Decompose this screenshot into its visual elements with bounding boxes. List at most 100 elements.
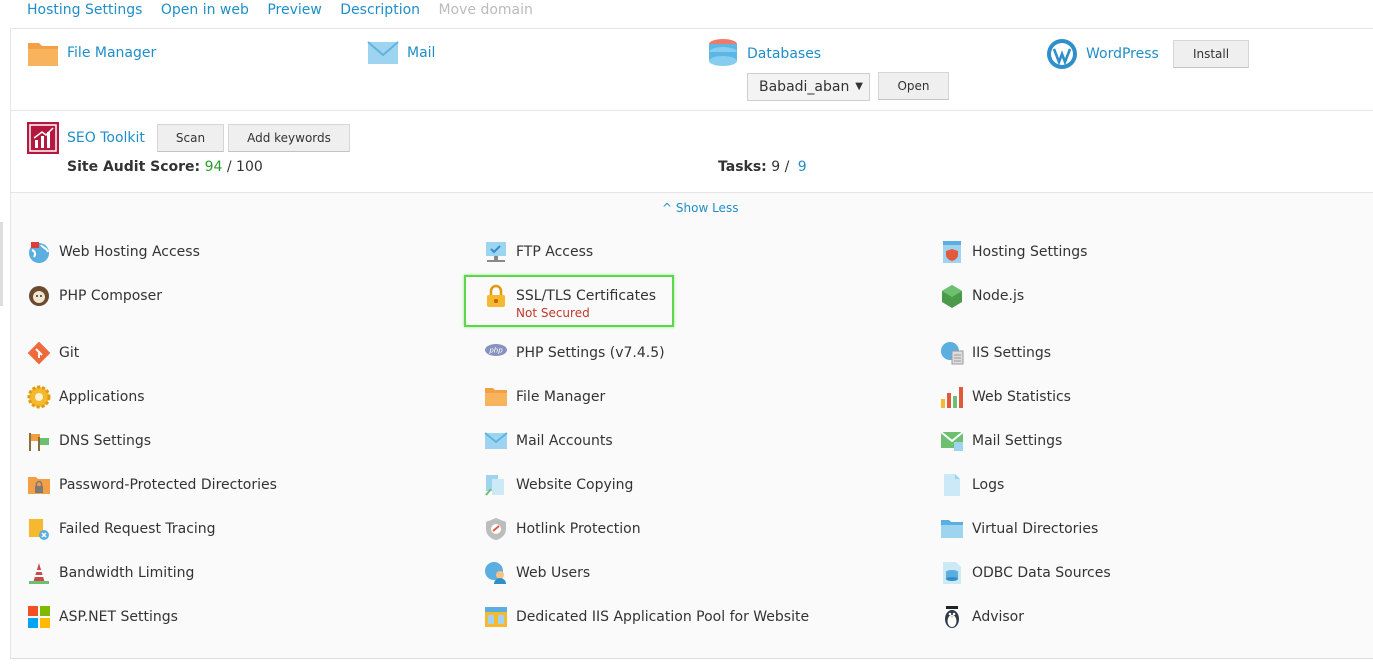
- tasks-label: Tasks:: [718, 159, 767, 175]
- link-hosting-settings[interactable]: Hosting Settings: [27, 2, 142, 18]
- item-failed-request-tracing[interactable]: Failed Request Tracing: [27, 517, 216, 541]
- item-dedicated-iis-pool[interactable]: Dedicated IIS Application Pool for Websi…: [484, 605, 809, 629]
- item-label: Applications: [59, 389, 145, 405]
- mail-settings-icon: [940, 431, 964, 451]
- hosting-settings-icon: [943, 241, 961, 263]
- item-label: Hosting Settings: [972, 244, 1088, 260]
- item-label: FTP Access: [516, 244, 594, 260]
- scroll-indicator: [0, 222, 3, 306]
- item-label: ODBC Data Sources: [972, 565, 1111, 581]
- ftp-monitor-icon: [486, 242, 506, 262]
- odbc-database-icon: [943, 562, 961, 584]
- item-label: Git: [59, 345, 80, 361]
- tool-file-manager-label[interactable]: File Manager: [67, 45, 156, 61]
- item-web-users[interactable]: Web Users: [484, 561, 590, 585]
- item-applications[interactable]: Applications: [27, 385, 145, 409]
- item-logs[interactable]: Logs: [940, 473, 1004, 497]
- web-user-icon: [485, 562, 506, 584]
- tool-databases-label[interactable]: Databases: [747, 46, 821, 62]
- ssl-status-warning: Not Secured: [516, 306, 590, 320]
- item-nodejs[interactable]: Node.js: [940, 284, 1024, 308]
- item-ftp-access[interactable]: FTP Access: [484, 240, 593, 264]
- chevron-up-icon: ^: [662, 201, 673, 215]
- item-aspnet-settings[interactable]: ASP.NET Settings: [27, 605, 178, 629]
- locked-folder-icon: [28, 477, 50, 494]
- bar-chart-icon: [941, 387, 963, 408]
- item-label: DNS Settings: [59, 433, 152, 449]
- item-label: IIS Settings: [972, 345, 1052, 361]
- item-label: PHP Settings (v7.4.5): [516, 345, 665, 361]
- database-select-value: Babadi_aban: [759, 79, 850, 95]
- tasks-total-link[interactable]: 9: [798, 159, 807, 175]
- install-wordpress-button[interactable]: Install: [1173, 40, 1249, 68]
- copy-pages-icon: [485, 475, 504, 496]
- dns-flags-icon: [29, 433, 49, 451]
- link-description[interactable]: Description: [340, 2, 420, 18]
- mail-icon: [367, 41, 399, 64]
- dropdown-arrow-icon: ▼: [855, 81, 863, 92]
- lock-icon: [487, 284, 505, 307]
- item-web-statistics[interactable]: Web Statistics: [940, 385, 1071, 409]
- item-php-composer[interactable]: PHP Composer: [27, 284, 162, 308]
- item-label: SSL/TLS Certificates: [516, 288, 656, 304]
- folder-icon: [485, 388, 507, 406]
- iis-globe-icon: [941, 342, 964, 365]
- tool-seo-toolkit[interactable]: SEO Toolkit: [27, 122, 145, 154]
- item-label: ASP.NET Settings: [59, 609, 178, 625]
- item-hosting-settings[interactable]: Hosting Settings: [940, 240, 1087, 264]
- scan-button[interactable]: Scan: [157, 124, 224, 152]
- audit-label: Site Audit Score:: [67, 159, 201, 175]
- item-file-manager[interactable]: File Manager: [484, 385, 605, 409]
- folder-icon: [28, 43, 58, 66]
- tool-seo-toolkit-label[interactable]: SEO Toolkit: [67, 130, 145, 146]
- log-file-icon: [944, 474, 960, 496]
- add-keywords-button[interactable]: Add keywords: [228, 124, 350, 152]
- item-git[interactable]: Git: [27, 341, 79, 365]
- item-iis-settings[interactable]: IIS Settings: [940, 341, 1051, 365]
- failed-request-icon: [29, 519, 49, 540]
- item-virtual-directories[interactable]: Virtual Directories: [940, 517, 1098, 541]
- tool-mail-label[interactable]: Mail: [407, 45, 435, 61]
- mail-icon: [484, 432, 508, 449]
- tool-wordpress[interactable]: WordPress: [1046, 38, 1159, 70]
- composer-icon: [29, 286, 49, 306]
- divider: [10, 110, 1373, 111]
- tool-wordpress-label[interactable]: WordPress: [1086, 46, 1159, 62]
- tool-mail[interactable]: Mail: [367, 38, 435, 68]
- item-php-settings[interactable]: php PHP Settings (v7.4.5): [484, 341, 665, 365]
- show-less-toggle[interactable]: ^ Show Less: [662, 201, 738, 215]
- ssl-text-block: SSL/TLS Certificates Not Secured: [516, 284, 656, 320]
- link-open-in-web[interactable]: Open in web: [161, 2, 249, 18]
- item-hotlink-protection[interactable]: Hotlink Protection: [484, 517, 641, 541]
- item-odbc-data-sources[interactable]: ODBC Data Sources: [940, 561, 1111, 585]
- open-database-button[interactable]: Open: [878, 72, 949, 100]
- item-mail-settings[interactable]: Mail Settings: [940, 429, 1062, 453]
- wordpress-icon: [1047, 39, 1077, 69]
- item-bandwidth-limiting[interactable]: Bandwidth Limiting: [27, 561, 194, 585]
- item-dns-settings[interactable]: DNS Settings: [27, 429, 151, 453]
- item-password-protected-directories[interactable]: Password-Protected Directories: [27, 473, 277, 497]
- item-label: PHP Composer: [59, 288, 162, 304]
- tasks-done: 9 /: [771, 159, 790, 175]
- item-web-hosting-access[interactable]: Web Hosting Access: [27, 240, 200, 264]
- database-select[interactable]: Babadi_aban ▼: [747, 73, 870, 101]
- item-advisor[interactable]: Advisor: [940, 605, 1024, 629]
- shield-link-icon: [486, 518, 506, 540]
- item-label: Mail Accounts: [516, 433, 613, 449]
- audit-score-value: 94: [204, 159, 223, 175]
- gear-icon: [27, 385, 51, 409]
- item-ssl-tls-certificates[interactable]: SSL/TLS Certificates Not Secured: [484, 284, 656, 320]
- seo-chart-icon: [27, 122, 59, 154]
- item-mail-accounts[interactable]: Mail Accounts: [484, 429, 613, 453]
- link-preview[interactable]: Preview: [267, 2, 322, 18]
- item-label: Failed Request Tracing: [59, 521, 216, 537]
- tool-file-manager[interactable]: File Manager: [27, 38, 156, 68]
- globe-flag-icon: [29, 242, 49, 263]
- more-tools-panel: [11, 193, 1373, 658]
- item-label: Web Hosting Access: [59, 244, 200, 260]
- item-website-copying[interactable]: Website Copying: [484, 473, 633, 497]
- tool-databases[interactable]: Databases: [707, 38, 821, 70]
- item-label: Web Statistics: [972, 389, 1071, 405]
- top-links: Hosting Settings Open in web Preview Des…: [27, 2, 547, 18]
- item-label: Node.js: [972, 288, 1025, 304]
